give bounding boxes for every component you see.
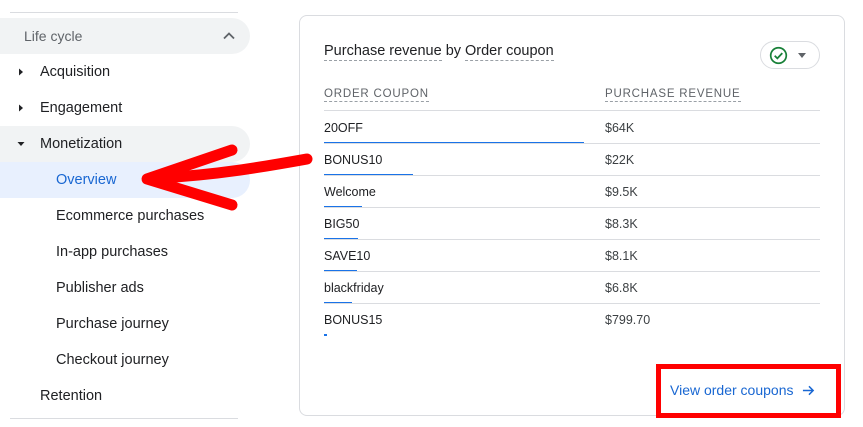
sidebar-item-label: Retention bbox=[40, 388, 103, 404]
title-by-text: by bbox=[445, 43, 462, 59]
coupon-revenue: $8.3K bbox=[605, 217, 638, 231]
coupon-revenue: $8.1K bbox=[605, 249, 638, 263]
sidebar-nav: Life cycle Acquisition Engagement Moneti… bbox=[0, 0, 262, 427]
annotation-highlight-box bbox=[656, 364, 841, 418]
check-circle-icon bbox=[769, 46, 788, 65]
sidebar-subitem-purchase-journey[interactable]: Purchase journey bbox=[0, 306, 250, 342]
table-row[interactable]: 20OFF $64K bbox=[324, 111, 820, 144]
sidebar-item-label: Acquisition bbox=[40, 64, 111, 80]
sidebar-subitem-label: Overview bbox=[56, 172, 117, 188]
sidebar-subitem-ecommerce-purchases[interactable]: Ecommerce purchases bbox=[0, 198, 250, 234]
column-header-purchase-revenue[interactable]: PURCHASE REVENUE bbox=[605, 88, 741, 102]
coupon-revenue: $22K bbox=[605, 153, 635, 167]
lifecycle-section-header[interactable]: Life cycle bbox=[0, 18, 250, 54]
coupon-name: BONUS15 bbox=[324, 313, 383, 327]
table-row[interactable]: BONUS15 $799.70 bbox=[324, 303, 820, 336]
table-row[interactable]: BONUS10 $22K bbox=[324, 143, 820, 176]
sidebar-subitem-checkout-journey[interactable]: Checkout journey bbox=[0, 342, 250, 378]
sidebar-subitem-label: Purchase journey bbox=[56, 316, 169, 332]
sidebar-subitem-publisher-ads[interactable]: Publisher ads bbox=[0, 270, 250, 306]
caret-right-icon bbox=[19, 68, 23, 76]
lifecycle-label: Life cycle bbox=[24, 28, 83, 44]
coupon-name: Welcome bbox=[324, 185, 376, 199]
sidebar-item-label: Monetization bbox=[40, 136, 123, 152]
column-header-order-coupon[interactable]: ORDER COUPON bbox=[324, 88, 429, 102]
table-row[interactable]: Welcome $9.5K bbox=[324, 175, 820, 208]
sidebar-divider bbox=[10, 418, 238, 419]
coupon-name: SAVE10 bbox=[324, 249, 371, 263]
caret-down-icon bbox=[17, 142, 25, 146]
coupon-name: blackfriday bbox=[324, 281, 384, 295]
sidebar-item-monetization[interactable]: Monetization bbox=[0, 126, 250, 162]
sidebar-subitem-label: In-app purchases bbox=[56, 244, 169, 260]
sidebar-subitem-label: Ecommerce purchases bbox=[56, 208, 205, 224]
coupon-name: BONUS10 bbox=[324, 153, 383, 167]
sidebar-item-retention[interactable]: Retention bbox=[0, 378, 250, 414]
sidebar-subitem-overview[interactable]: Overview bbox=[0, 162, 250, 198]
sidebar-item-label: Engagement bbox=[40, 100, 123, 116]
coupon-revenue: $6.8K bbox=[605, 281, 638, 295]
sidebar-divider bbox=[10, 12, 238, 13]
table-row[interactable]: SAVE10 $8.1K bbox=[324, 239, 820, 272]
sidebar-item-engagement[interactable]: Engagement bbox=[0, 90, 250, 126]
revenue-share-bar bbox=[324, 334, 327, 336]
caret-right-icon bbox=[19, 104, 23, 112]
metric-selector[interactable]: Purchase revenue bbox=[324, 43, 442, 61]
card-title: Purchase revenue by Order coupon bbox=[324, 43, 554, 61]
coupon-revenue: $64K bbox=[605, 121, 635, 135]
coupon-revenue: $9.5K bbox=[605, 185, 638, 199]
dimension-selector[interactable]: Order coupon bbox=[465, 43, 554, 61]
sidebar-subitem-label: Publisher ads bbox=[56, 280, 144, 296]
sidebar-subitem-in-app-purchases[interactable]: In-app purchases bbox=[0, 234, 250, 270]
chevron-up-icon bbox=[223, 32, 235, 40]
dropdown-arrow-icon bbox=[798, 53, 806, 58]
table-row[interactable]: blackfriday $6.8K bbox=[324, 271, 820, 304]
coupon-name: BIG50 bbox=[324, 217, 360, 231]
data-quality-dropdown[interactable] bbox=[760, 41, 820, 69]
sidebar-item-acquisition[interactable]: Acquisition bbox=[0, 54, 250, 90]
table-row[interactable]: BIG50 $8.3K bbox=[324, 207, 820, 240]
coupon-name: 20OFF bbox=[324, 121, 363, 135]
sidebar-subitem-label: Checkout journey bbox=[56, 352, 169, 368]
purchase-revenue-card: Purchase revenue by Order coupon ORDER COU… bbox=[299, 15, 845, 416]
coupon-revenue: $799.70 bbox=[605, 313, 651, 327]
